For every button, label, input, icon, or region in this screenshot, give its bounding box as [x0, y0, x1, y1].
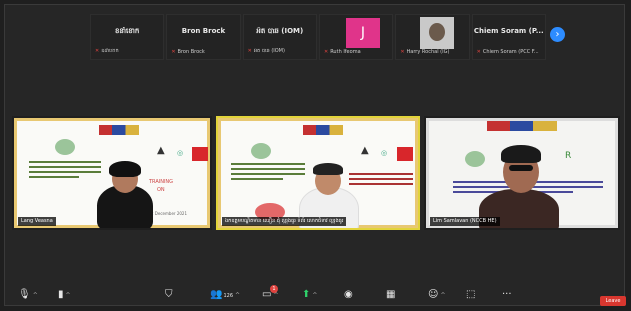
chevron-up-icon[interactable]: ^	[235, 292, 240, 299]
participant-hair	[313, 163, 343, 175]
flags-image	[303, 125, 343, 135]
logo-icon: ◎	[177, 149, 184, 157]
participant-name-label: Lim Samlavan (NCCB HE)	[430, 217, 500, 226]
poster-date: 1-2 December 2021	[147, 211, 187, 216]
chat-badge: 1	[270, 285, 278, 293]
participant-label: ✕ Harry Rochal (IG)	[400, 49, 450, 55]
presentation-background: R	[426, 118, 618, 228]
logo-icon	[55, 139, 75, 155]
chevron-up-icon[interactable]: ^	[33, 292, 38, 299]
participant-name-label: Lang Veasna	[18, 217, 56, 226]
participant-name: Bron Brock	[181, 27, 226, 35]
logo-icon: ▲	[361, 145, 369, 156]
participants-button[interactable]: 👥126 ^	[210, 288, 240, 303]
participant-label: ✕ ឧដាំខោក	[95, 48, 119, 54]
participant-tile[interactable]: J ✕ Ruth Ifeoma	[318, 14, 394, 60]
glasses-image	[509, 165, 533, 171]
flags-image	[99, 125, 139, 135]
participant-name-label: ឯកឧត្តមបណ្ឌិតមាន ឈឿន ជុំ ល្អរុងធូរ ទំព័រ…	[222, 217, 347, 226]
poster-title: TRAINING	[149, 179, 174, 185]
poster-text-lines	[29, 161, 101, 181]
participant-name: ខនាំខោក	[114, 27, 140, 35]
chat-button[interactable]: ▭ 1 ^	[262, 285, 278, 303]
participant-video	[420, 17, 455, 49]
reactions-icon[interactable]: ☺ ^	[428, 288, 445, 303]
presentation-background: ▲ ◎ TRAINING ON 1-2 December 2021	[14, 118, 210, 228]
mic-muted-icon: ✕	[171, 49, 176, 55]
mic-muted-icon: ✕	[476, 49, 481, 55]
security-shield-icon[interactable]: ⛉	[165, 288, 173, 302]
poster-text-lines	[349, 173, 413, 188]
microphone-icon[interactable]: 🎙 ^	[18, 288, 38, 303]
breakout-rooms-icon[interactable]: ▦	[386, 288, 395, 302]
logo-icon	[251, 143, 271, 159]
participant-name: Chiem Soram (P...	[473, 27, 544, 35]
mic-muted-icon: ✕	[95, 48, 100, 54]
flags-image	[487, 121, 557, 131]
logo-icon: R	[565, 151, 572, 161]
participant-tile[interactable]: ខនាំខោក ✕ ឧដាំខោក	[90, 14, 165, 60]
video-panel[interactable]: R Lim Samlavan (NCCB HE)	[424, 116, 620, 230]
participant-label: ✕ Chiem Soram (PCC F...	[476, 49, 539, 55]
poster-text-lines	[231, 163, 305, 183]
meeting-toolbar: 🎙 ^ ▮ ^ ⛉ 👥126 ^ ▭ 1 ^ ⬆ ^ ◉ ▦ ☺ ^ ⬚ ···	[0, 285, 631, 306]
apps-icon[interactable]: ⬚	[466, 288, 475, 302]
share-screen-icon[interactable]: ⬆ ^	[302, 288, 317, 303]
participant-label: ✕ អ៉ត បាឆ (IOM)	[247, 48, 285, 54]
poster-subtitle: ON	[157, 187, 165, 193]
logo-icon: ▲	[157, 145, 165, 156]
participants-count: 126	[223, 293, 233, 299]
video-panel[interactable]: ▲ ◎ TRAINING ON 1-2 December 2021 Lang V…	[12, 116, 212, 230]
participant-hair	[501, 145, 541, 163]
logo-icon	[397, 147, 413, 161]
participant-name: អ៉ត បាឆ (IOM)	[256, 27, 304, 35]
participant-strip: ខនាំខោក ✕ ឧដាំខោក Bron Brock ✕ Bron Brock …	[90, 14, 546, 60]
mic-muted-icon: ✕	[323, 49, 329, 55]
mic-muted-icon: ✕	[247, 48, 252, 54]
chevron-up-icon[interactable]: ^	[440, 292, 445, 299]
video-panel-active-speaker[interactable]: ▲ ◎ ឯកឧត្តមបណ្ឌិតមាន ឈឿន ជុំ ល្អរុងធូរ ទ…	[216, 116, 420, 230]
presentation-background: ▲ ◎	[218, 118, 418, 228]
logo-icon	[465, 151, 485, 167]
logo-icon: ◎	[381, 149, 388, 157]
participant-tile[interactable]: Chiem Soram (P... ✕ Chiem Soram (PCC F...	[471, 14, 546, 60]
participant-hair	[109, 161, 141, 177]
chevron-up-icon[interactable]: ^	[66, 292, 71, 299]
more-icon[interactable]: ···	[502, 288, 512, 302]
logo-icon	[192, 147, 208, 161]
chevron-right-icon[interactable]: ›	[550, 27, 565, 42]
participant-label: ✕ Ruth Ifeoma	[323, 49, 361, 55]
chevron-up-icon[interactable]: ^	[273, 292, 278, 299]
leave-button[interactable]: Leave	[600, 296, 626, 306]
avatar: J	[345, 18, 380, 48]
chevron-up-icon[interactable]: ^	[312, 292, 317, 299]
participant-tile[interactable]: អ៉ត បាឆ (IOM) ✕ អ៉ត បាឆ (IOM)	[242, 14, 317, 60]
mic-muted-icon: ✕	[400, 49, 405, 55]
video-camera-icon[interactable]: ▮ ^	[58, 288, 71, 303]
participant-tile[interactable]: ✕ Harry Rochal (IG)	[395, 14, 470, 60]
participant-label: ✕ Bron Brock	[171, 49, 205, 55]
participant-tile[interactable]: Bron Brock ✕ Bron Brock	[166, 14, 241, 60]
record-icon[interactable]: ◉	[344, 288, 353, 302]
